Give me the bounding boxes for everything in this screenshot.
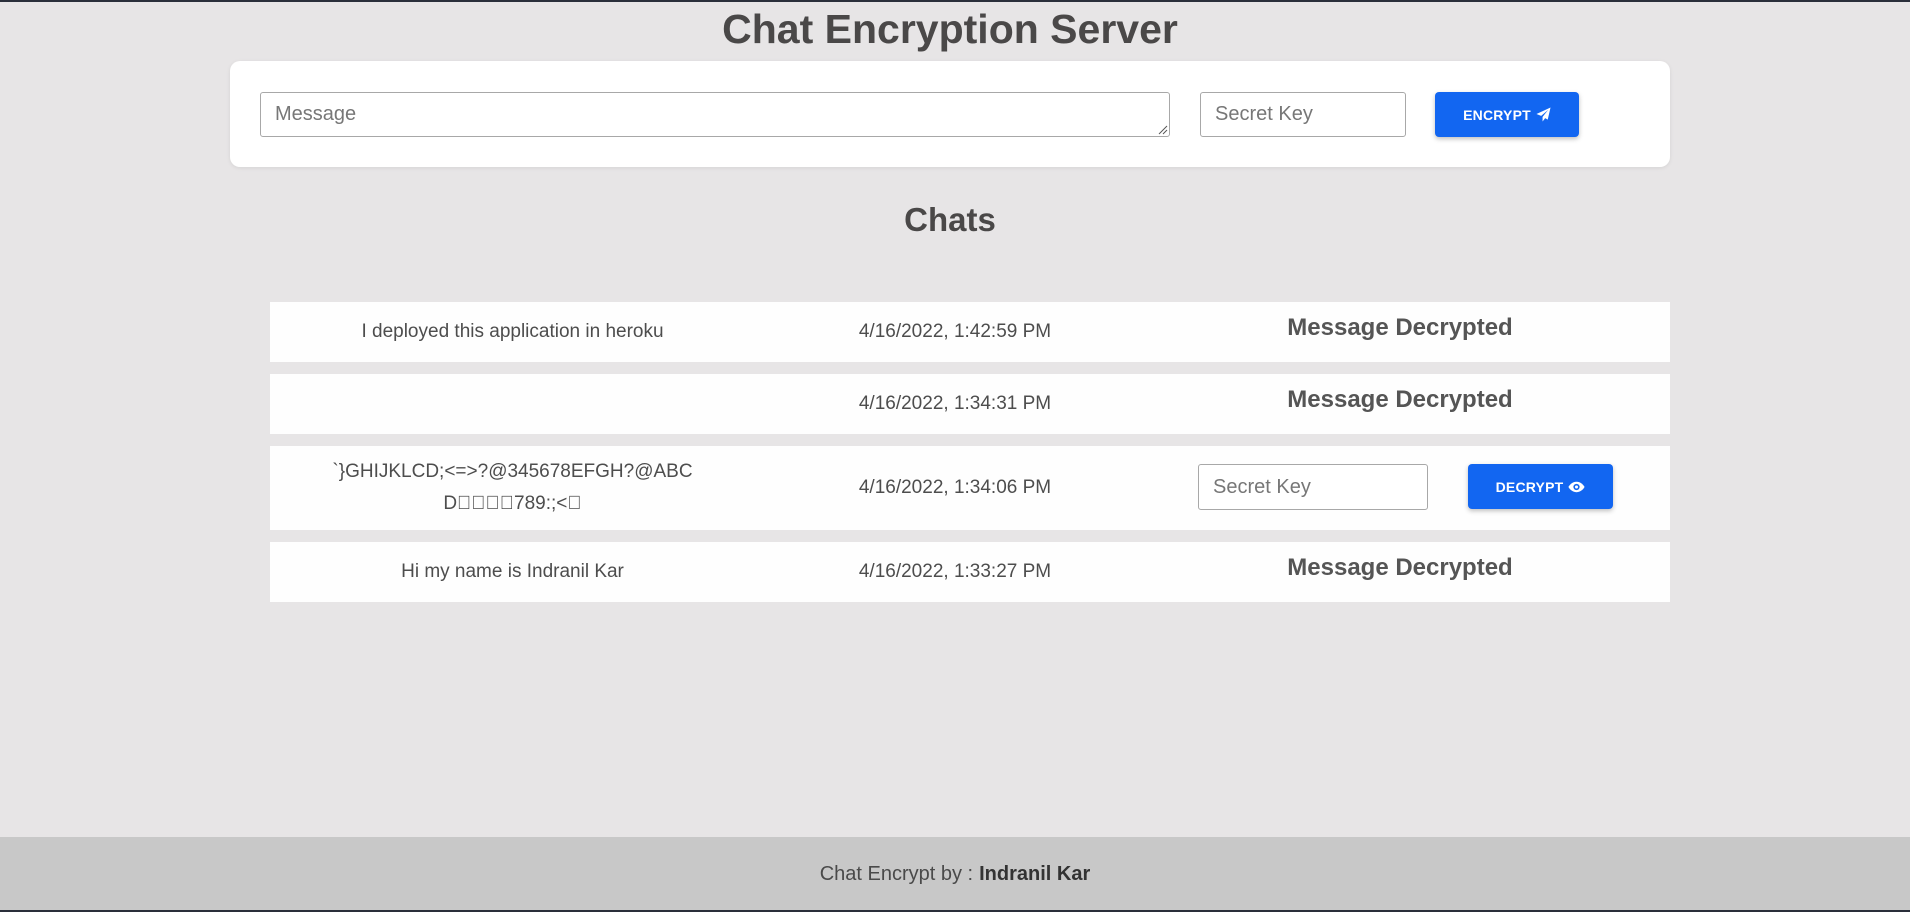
chat-message: Hi my name is Indranil Kar: [401, 561, 624, 582]
footer-prefix: Chat Encrypt by :: [819, 863, 974, 885]
paper-plane-icon: [1536, 107, 1551, 122]
eye-icon: [1568, 481, 1585, 492]
decrypt-button[interactable]: DECRYPT: [1468, 464, 1613, 509]
chat-row: I deployed this application in heroku 4/…: [270, 302, 1670, 362]
chat-timestamp: 4/16/2022, 1:34:06 PM: [858, 477, 1052, 498]
chat-message: [270, 374, 755, 434]
message-input[interactable]: [260, 92, 1170, 137]
decrypt-key-input[interactable]: [1198, 464, 1428, 510]
decrypted-status: Message Decrypted: [1287, 554, 1513, 581]
chat-row: `}GHIJKLCD;<=>?@345678EFGH?@ABCD    789:…: [270, 446, 1670, 530]
compose-card: ENCRYPT: [230, 61, 1670, 167]
encrypt-button[interactable]: ENCRYPT: [1435, 92, 1579, 137]
chats-heading: Chats: [904, 201, 996, 238]
footer-author: Indranil Kar: [979, 863, 1091, 885]
secret-key-input[interactable]: [1200, 92, 1406, 137]
footer: Chat Encrypt by : Indranil Kar: [0, 837, 1910, 912]
decrypt-button-label: DECRYPT: [1495, 478, 1564, 495]
chat-message: I deployed this application in heroku: [361, 321, 664, 342]
chat-timestamp: 4/16/2022, 1:34:31 PM: [858, 393, 1052, 414]
decrypted-status: Message Decrypted: [1287, 314, 1513, 341]
page-title: Chat Encryption Server: [722, 6, 1178, 52]
chat-timestamp: 4/16/2022, 1:42:59 PM: [858, 321, 1052, 342]
chat-timestamp: 4/16/2022, 1:33:27 PM: [858, 561, 1052, 582]
chat-message: `}GHIJKLCD;<=>?@345678EFGH?@ABCD    789:…: [332, 461, 693, 514]
decrypted-status: Message Decrypted: [1287, 386, 1513, 413]
encrypt-button-label: ENCRYPT: [1463, 106, 1531, 123]
resize-grip-icon[interactable]: [1158, 125, 1168, 135]
chat-row: 4/16/2022, 1:34:31 PM Message Decrypted: [270, 374, 1670, 434]
chat-row: Hi my name is Indranil Kar 4/16/2022, 1:…: [270, 542, 1670, 602]
